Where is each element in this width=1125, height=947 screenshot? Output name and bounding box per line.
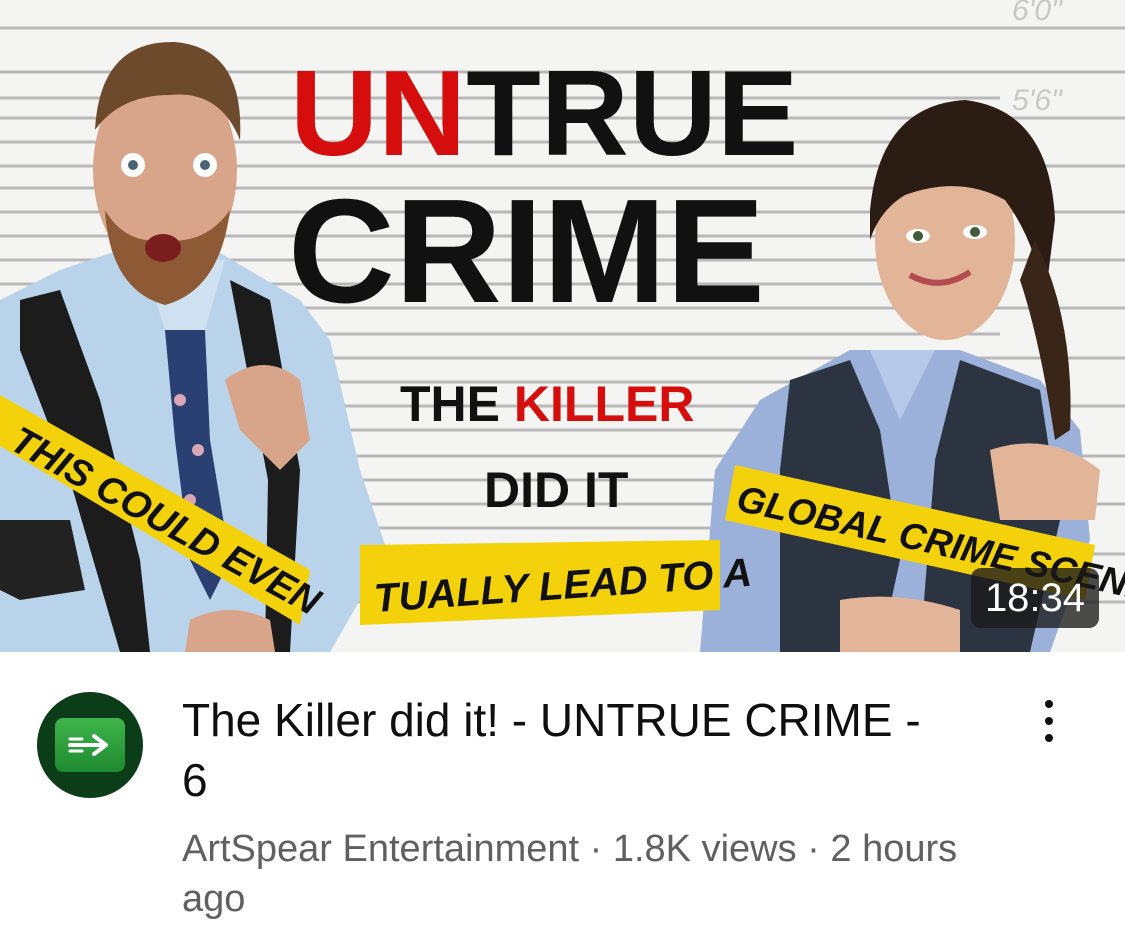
caption-killer: KILLER (514, 376, 695, 432)
caution-tape-middle: TUALLY LEAD TO A (360, 540, 753, 625)
duration-badge: 18:34 (971, 568, 1099, 628)
video-title[interactable]: The Killer did it! - UNTRUE CRIME - 6 (182, 690, 942, 810)
video-subtitle: ArtSpear Entertainment · 1.8K views · 2 … (182, 828, 958, 920)
thumbnail-caption-line2: DID IT (484, 462, 628, 518)
thumbnail-title-line2: CRIME (288, 169, 765, 334)
height-mark-top: 6'0" (1012, 0, 1063, 27)
arrow-right-icon (55, 718, 125, 772)
menu-dot (1045, 700, 1053, 708)
height-mark-5-6: 5'6" (1012, 84, 1063, 117)
thumbnail-artwork: 6'0" 5'6" THIS COULD EVEN TUALLY LEAD TO… (0, 0, 1125, 652)
caption-the: THE (400, 376, 514, 432)
thumbnail-caption-line1: THE KILLER (400, 376, 694, 432)
menu-dot (1045, 717, 1053, 725)
video-thumbnail[interactable]: 6'0" 5'6" THIS COULD EVEN TUALLY LEAD TO… (0, 0, 1125, 652)
thumbnail-title-line1: UNTRUE (290, 45, 798, 181)
title-un: UN (290, 45, 466, 181)
video-meta: The Killer did it! - UNTRUE CRIME - 6 Ar… (0, 652, 1125, 947)
more-vert-icon[interactable] (1032, 696, 1066, 746)
channel-avatar[interactable] (37, 692, 143, 798)
title-true: TRUE (466, 45, 798, 181)
menu-dot (1045, 734, 1053, 742)
